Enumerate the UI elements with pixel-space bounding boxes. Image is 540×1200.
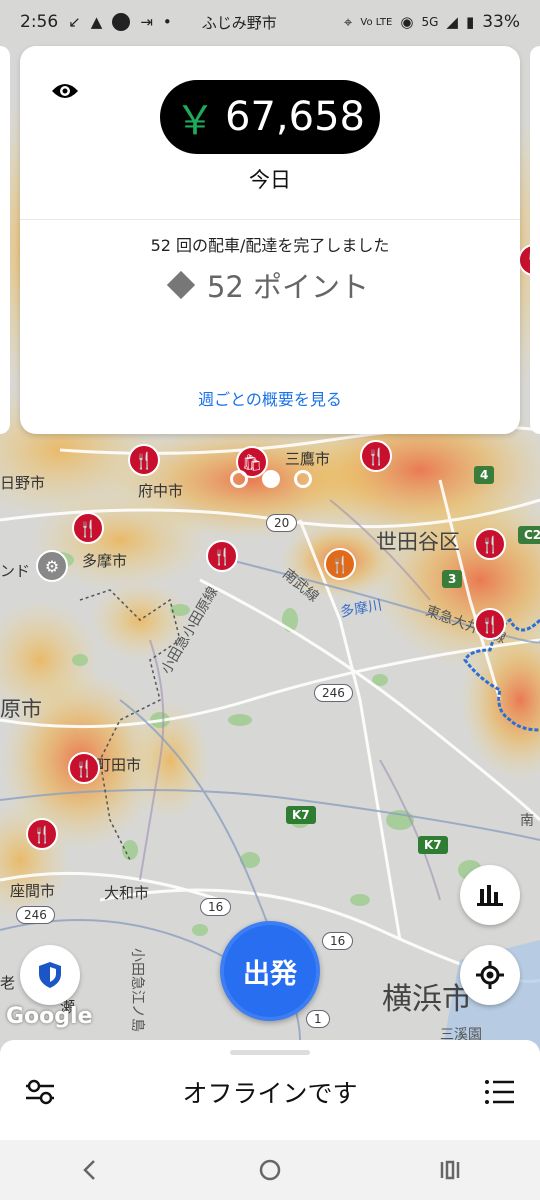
- restaurant-marker[interactable]: 🍴: [360, 440, 392, 472]
- safety-button[interactable]: [20, 945, 80, 1005]
- go-button-label: 出発: [243, 958, 297, 990]
- home-button[interactable]: [240, 1145, 300, 1195]
- restaurant-marker[interactable]: 🍴: [324, 548, 356, 580]
- highway-shield: K7: [418, 836, 448, 854]
- diamond-icon: [166, 270, 196, 300]
- carousel-pagination: [230, 470, 312, 488]
- map-label-minami: 南: [520, 813, 534, 829]
- page-dot[interactable]: [230, 470, 248, 488]
- currency-symbol: ￥: [175, 98, 216, 144]
- route-shield: 16: [322, 932, 354, 950]
- cast-icon: ⇥: [140, 13, 153, 31]
- restaurant-marker[interactable]: 🍴: [26, 818, 58, 850]
- earnings-amount: 67,658: [225, 94, 365, 140]
- menu-list-button[interactable]: [482, 1074, 518, 1110]
- map-label-tama: 多摩市: [82, 552, 128, 570]
- highway-shield: K7: [286, 806, 316, 824]
- route-shield: 3: [442, 570, 463, 588]
- online-status-text: オフラインです: [182, 1079, 358, 1108]
- page-dot-active[interactable]: [262, 470, 280, 488]
- volte-icon: Vo LTE: [360, 16, 393, 28]
- warning-icon: ▲: [90, 13, 103, 31]
- route-shield: C2: [518, 526, 540, 544]
- map-label-fuchu: 府中市: [138, 482, 184, 500]
- period-label: 今日: [249, 168, 291, 192]
- go-online-button[interactable]: 出発: [220, 921, 320, 1021]
- map-label-mitaka: 三鷹市: [285, 450, 331, 468]
- weekly-summary-link[interactable]: 週ごとの概要を見る: [20, 386, 520, 410]
- map-label-setagaya: 世田谷区: [376, 530, 460, 554]
- map-label-odakyu-enoshima: 小田急江ノ島: [129, 948, 145, 1032]
- card-divider: [20, 219, 520, 220]
- system-navigation-bar: [0, 1140, 540, 1200]
- back-button[interactable]: [60, 1145, 120, 1195]
- toggle-visibility-button[interactable]: [48, 76, 82, 106]
- route-shield: 20: [266, 514, 298, 532]
- earnings-pill[interactable]: ￥ 67,658: [160, 80, 380, 154]
- route-shield: 1: [306, 1010, 330, 1028]
- recenter-button[interactable]: [460, 945, 520, 1005]
- map-label-yokohama: 横浜市: [382, 982, 472, 1017]
- previous-card-peek[interactable]: [0, 46, 10, 434]
- restaurant-marker[interactable]: 🍴: [68, 752, 100, 784]
- recents-button[interactable]: [420, 1145, 480, 1195]
- battery-level: 33%: [482, 12, 520, 32]
- route-shield: 246: [314, 684, 353, 702]
- home-circle-icon: [259, 1159, 281, 1181]
- restaurant-marker[interactable]: 🍴: [206, 540, 238, 572]
- shield-icon: [39, 962, 61, 988]
- bar-chart-icon: [477, 885, 503, 906]
- network-type: 5G: [421, 15, 439, 29]
- map-label-yamato: 大和市: [104, 884, 150, 902]
- route-shield: 4: [474, 466, 495, 484]
- map-label-machida: 町田市: [96, 756, 142, 774]
- status-time: 2:56: [20, 12, 59, 32]
- map-label-hino: 日野市: [0, 474, 46, 492]
- landmark-marker[interactable]: ⚙: [36, 550, 68, 582]
- map-label-hara: 原市: [0, 697, 42, 721]
- list-icon: [485, 1080, 514, 1104]
- crosshair-icon: [476, 961, 504, 989]
- battery-icon: ▮: [465, 13, 475, 31]
- route-shield: 246: [16, 906, 55, 924]
- map-label-land: ンド: [0, 562, 31, 580]
- restaurant-marker[interactable]: 🍴: [72, 512, 104, 544]
- map-label-ebina: 老: [0, 974, 16, 992]
- restaurant-marker[interactable]: 🍴: [474, 528, 506, 560]
- eye-icon: [52, 84, 78, 98]
- points-row: 52 ポイント: [20, 264, 520, 306]
- page-dot[interactable]: [294, 470, 312, 488]
- notification-dot-icon: [112, 13, 131, 31]
- signal-icon: ◢: [446, 13, 458, 31]
- map-label-zama: 座間市: [10, 882, 56, 900]
- points-text: 52 ポイント: [206, 270, 370, 304]
- status-bar: 2:56 ↙ ▲ ⇥ • ふじみ野市 ⌖ Vo LTE ◉ 5G ◢ ▮ 33%: [0, 0, 540, 44]
- map-status-location: ふじみ野市: [201, 13, 277, 32]
- restaurant-marker[interactable]: 🍴: [128, 444, 160, 476]
- wifi-icon: ◉: [400, 13, 414, 31]
- more-dot-icon: •: [162, 13, 172, 31]
- back-chevron-icon: [83, 1160, 95, 1180]
- location-icon: ⌖: [343, 13, 353, 31]
- earnings-card[interactable]: ￥ 67,658 今日 52 回の配車/配達を完了しました 52 ポイント 週ご…: [20, 46, 520, 434]
- route-shield: 16: [200, 898, 232, 916]
- sheet-handle[interactable]: [230, 1050, 310, 1055]
- recents-icon: [440, 1160, 460, 1180]
- google-logo: Google: [6, 1004, 93, 1029]
- restaurant-marker[interactable]: 🍴: [474, 608, 506, 640]
- trips-completed-text: 52 回の配車/配達を完了しました: [150, 236, 390, 255]
- missed-call-icon: ↙: [68, 13, 81, 31]
- bottom-sheet[interactable]: オフラインです: [0, 1040, 540, 1140]
- earnings-chart-button[interactable]: [460, 865, 520, 925]
- next-card-peek[interactable]: [530, 46, 540, 434]
